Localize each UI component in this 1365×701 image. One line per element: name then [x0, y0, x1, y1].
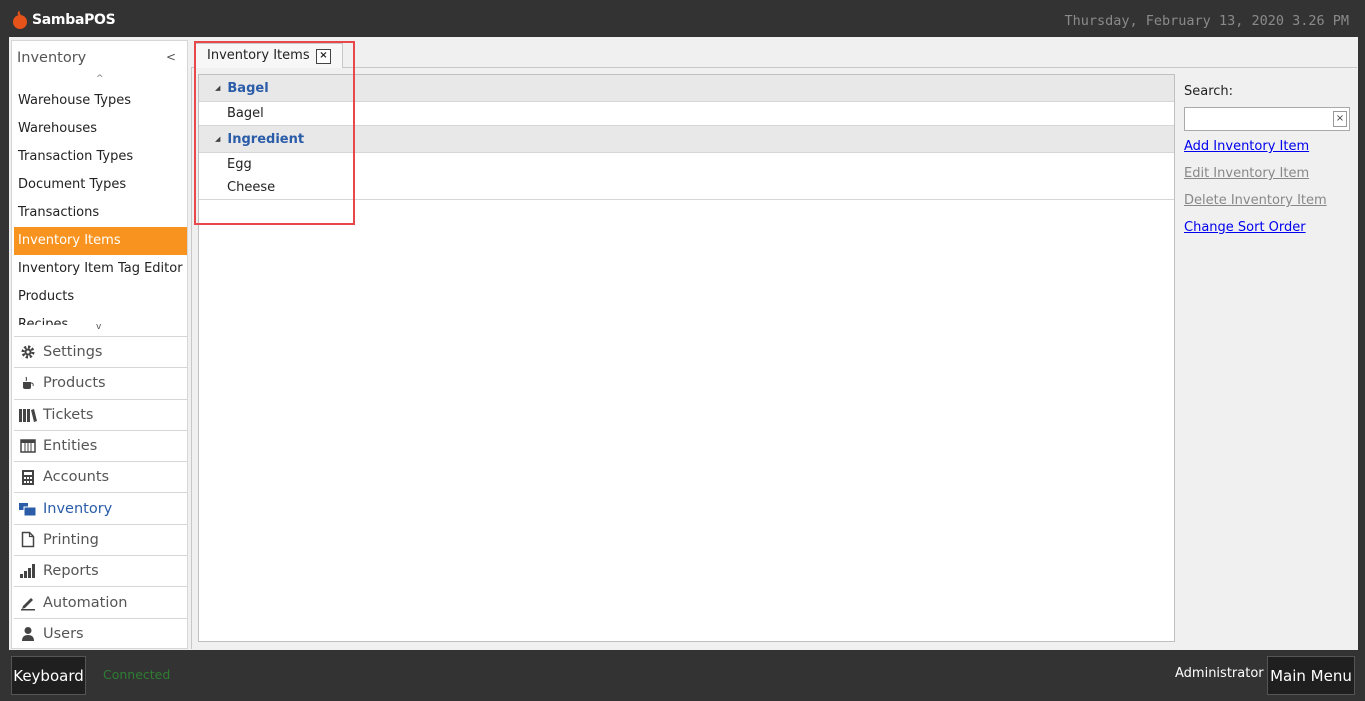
scroll-up-icon[interactable]: ^ — [96, 74, 104, 84]
content-area: Inventory Items × ◢ Bagel Bagel ◢ Ingredient… — [191, 40, 1357, 649]
sidebar-item[interactable]: Warehouse Types — [14, 87, 187, 115]
pen-icon — [16, 593, 40, 613]
nav-label: Accounts — [43, 469, 110, 486]
group-name: Bagel — [227, 80, 269, 96]
user-icon — [16, 624, 40, 644]
nav-users[interactable]: Users — [14, 617, 187, 649]
nav-automation[interactable]: Automation — [14, 586, 187, 617]
side-panel: Search: × Add Inventory Item Edit Invento… — [1184, 82, 1350, 239]
status-bar: Keyboard Connected Administrator Main Me… — [0, 650, 1365, 701]
tab-inventory-items[interactable]: Inventory Items × — [195, 43, 343, 69]
nav-label: Inventory — [43, 500, 113, 517]
samba-logo-icon — [13, 11, 27, 29]
table-icon — [16, 436, 40, 456]
action-link[interactable]: Add Inventory Item — [1184, 139, 1350, 158]
nav-label: Entities — [43, 438, 98, 455]
nav-printing[interactable]: Printing — [14, 523, 187, 555]
sidebar-item[interactable]: Inventory Item Tag Editor — [14, 255, 187, 283]
nav-label: Settings — [43, 344, 103, 361]
group-divider — [199, 199, 1174, 200]
group-header[interactable]: ◢ Ingredient — [199, 126, 1174, 153]
sidebar-item[interactable]: Inventory Items — [14, 227, 187, 255]
current-user: Administrator — [1175, 666, 1264, 681]
nav-products[interactable]: Products — [14, 367, 187, 398]
sidebar-header: Inventory < — [12, 41, 187, 75]
gear-icon — [16, 342, 40, 362]
document-icon — [16, 530, 40, 550]
sidebar-item[interactable]: Transactions — [14, 199, 187, 227]
title-bar: SambaPOS Thursday, February 13, 2020 3.2… — [0, 0, 1365, 37]
module-nav: Settings Products Tickets Entities Accou… — [14, 336, 187, 649]
sidebar-item[interactable]: Products — [14, 283, 187, 311]
action-link[interactable]: Delete Inventory Item — [1184, 193, 1350, 212]
action-link[interactable]: Edit Inventory Item — [1184, 166, 1350, 185]
nav-inventory[interactable]: Inventory — [14, 492, 187, 523]
nav-label: Automation — [43, 594, 128, 611]
nav-label: Printing — [43, 531, 99, 548]
main-menu-button[interactable]: Main Menu — [1267, 656, 1355, 695]
app-title: SambaPOS — [32, 12, 116, 28]
nav-entities[interactable]: Entities — [14, 429, 187, 461]
sidebar-item[interactable]: Warehouses — [14, 115, 187, 143]
group-name: Ingredient — [227, 131, 305, 147]
inventory-tree: ◢ Bagel Bagel ◢ Ingredient Egg Cheese — [198, 74, 1175, 642]
nav-reports[interactable]: Reports — [14, 555, 187, 586]
sidebar-item[interactable]: Document Types — [14, 171, 187, 199]
sidebar-item[interactable]: Transaction Types — [14, 143, 187, 171]
expand-arrow-icon[interactable]: ◢ — [215, 135, 220, 143]
bar-chart-icon — [16, 561, 40, 581]
action-link[interactable]: Change Sort Order — [1184, 220, 1350, 239]
collapse-icon[interactable]: < — [166, 50, 176, 64]
sidebar-list: Warehouse Types Warehouses Transaction Typ… — [14, 87, 187, 325]
expand-arrow-icon[interactable]: ◢ — [215, 84, 220, 92]
nav-settings[interactable]: Settings — [14, 336, 187, 367]
connection-status: Connected — [103, 667, 171, 682]
sidebar: Inventory < ^ Warehouse Types Warehouses T… — [11, 40, 188, 649]
coffee-icon — [16, 373, 40, 393]
group-header[interactable]: ◢ Bagel — [199, 75, 1174, 102]
tab-panel: ◢ Bagel Bagel ◢ Ingredient Egg Cheese Search: … — [191, 68, 1357, 649]
datetime: Thursday, February 13, 2020 3.26 PM — [1064, 13, 1349, 29]
keyboard-button[interactable]: Keyboard — [11, 656, 86, 695]
close-icon[interactable]: × — [316, 49, 331, 64]
calculator-icon — [16, 467, 40, 487]
nav-tickets[interactable]: Tickets — [14, 398, 187, 430]
nav-label: Tickets — [43, 406, 94, 423]
books-icon — [16, 405, 40, 425]
nav-label: Reports — [43, 563, 99, 580]
search-input[interactable] — [1185, 108, 1333, 130]
clear-search-icon[interactable]: × — [1333, 111, 1347, 127]
inventory-icon — [16, 499, 40, 519]
list-item[interactable]: Cheese — [199, 176, 1174, 199]
scroll-down-icon[interactable]: v — [96, 322, 101, 332]
nav-label: Products — [43, 375, 106, 392]
search-box: × — [1184, 107, 1350, 131]
nav-label: Users — [43, 625, 84, 642]
action-links: Add Inventory Item Edit Inventory Item Del… — [1184, 139, 1350, 239]
sidebar-title: Inventory — [17, 50, 87, 66]
list-item[interactable]: Bagel — [199, 102, 1174, 125]
tab-label: Inventory Items — [207, 48, 310, 63]
search-label: Search: — [1184, 84, 1234, 99]
tab-strip: Inventory Items × — [191, 40, 1357, 69]
list-item[interactable]: Egg — [199, 153, 1174, 176]
nav-accounts[interactable]: Accounts — [14, 461, 187, 492]
